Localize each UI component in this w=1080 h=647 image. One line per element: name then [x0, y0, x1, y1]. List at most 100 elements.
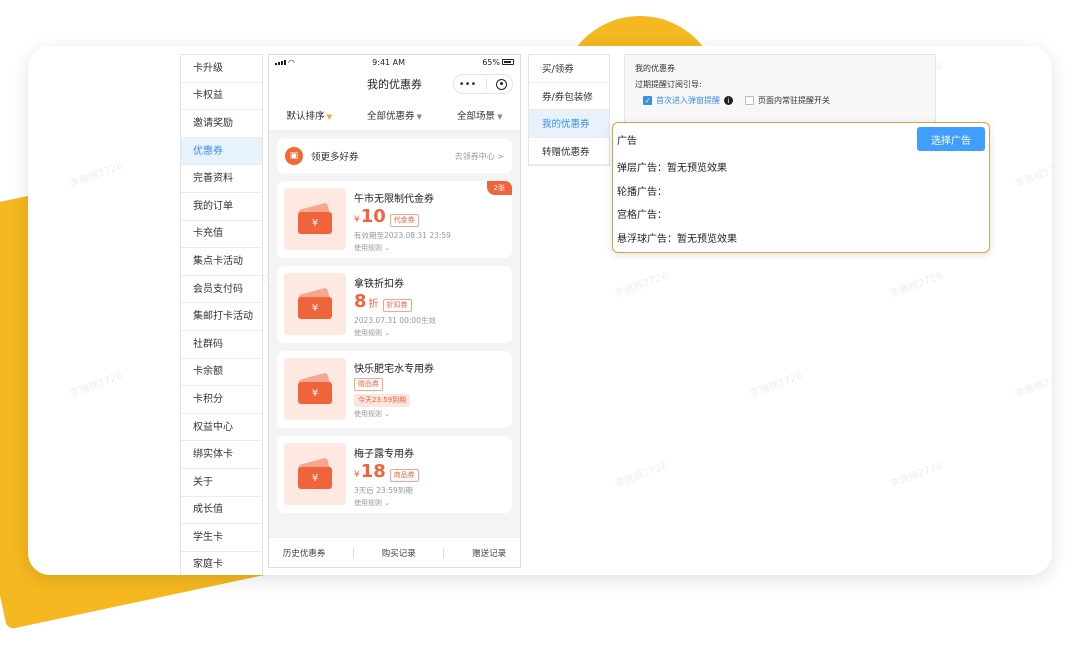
screenshot-card: 李雅楠2726 李雅楠2726 李雅楠2726 李雅楠2726 李雅楠2726 … — [28, 46, 1052, 575]
submenu-buy-get-coupons[interactable]: 买/领券 — [529, 55, 609, 83]
grid-ad-row: 宫格广告： — [617, 210, 667, 222]
status-time: 9:41 AM — [372, 57, 406, 67]
coupon-validity: 有效期至2023.08.31 23:59 — [354, 231, 451, 240]
menu-item-my-orders[interactable]: 我的订单 — [181, 193, 262, 221]
filter-scene[interactable]: 全部场景 ▼ — [457, 108, 502, 122]
watermark: 李雅楠2726 — [1013, 160, 1052, 191]
coupon-rules-toggle[interactable]: 使用规则 ⌄ — [354, 243, 505, 253]
first-entry-popup-checkbox[interactable]: ✓ — [643, 96, 652, 105]
menu-item-benefits-center[interactable]: 权益中心 — [181, 414, 262, 442]
settings-panel: 我的优惠券 过期提醒订阅引导: ✓ 首次进入弹窗提醒 i 页面内常驻提醒开关 — [624, 54, 936, 124]
caret-down-icon: ▼ — [497, 112, 503, 121]
submenu-coupon-decoration[interactable]: 券/券包装修 — [529, 83, 609, 110]
coupon-card[interactable]: ¥ 午市无限制代金券 ¥10 代金券 有效期至2023.08.31 23:59 … — [277, 181, 512, 258]
left-menu: 卡升级 卡权益 邀请奖励 优惠券 完善资料 我的订单 卡充值 集点卡活动 会员支… — [180, 54, 263, 575]
coupon-card[interactable]: ¥ 拿铁折扣券 8折 折扣券 2023.07.31 00:00生效 使用规则 ⌄ — [277, 266, 512, 343]
coupon-rules-toggle[interactable]: 使用规则 ⌄ — [354, 409, 505, 419]
more-icon[interactable]: ••• — [459, 79, 477, 90]
tab-gift-records[interactable]: 赠送记录 — [472, 547, 506, 559]
menu-item-growth-value[interactable]: 成长值 — [181, 497, 262, 525]
menu-item-student-card[interactable]: 学生卡 — [181, 524, 262, 552]
phone-navbar: 我的优惠券 ••• — [269, 69, 520, 99]
watermark: 李雅楠2726 — [1013, 370, 1052, 401]
menu-item-family-card[interactable]: 家庭卡 — [181, 552, 262, 575]
battery-icon — [502, 59, 514, 65]
mini-program-capsule: ••• — [453, 74, 513, 94]
menu-item-about[interactable]: 关于 — [181, 469, 262, 497]
coupon-type-tag: 商品券 — [389, 469, 419, 482]
phone-preview: ◠ 9:41 AM 65% 我的优惠券 ••• 默认排序 ▼ 全部优惠券 ▼ 全… — [268, 54, 521, 568]
close-target-icon[interactable] — [496, 78, 508, 90]
coupon-count-badge: 2张 — [486, 181, 512, 195]
coupon-center-link[interactable]: 去领券中心 > — [455, 151, 504, 162]
ticket-icon: ▣ — [285, 147, 303, 165]
reminder-options: ✓ 首次进入弹窗提醒 i 页面内常驻提醒开关 — [635, 95, 925, 106]
first-entry-popup-label: 首次进入弹窗提醒 — [656, 96, 720, 105]
coupon-title: 拿铁折扣券 — [354, 279, 404, 290]
coupon-value: ¥10 代金券 — [354, 208, 505, 227]
filter-coupon-type[interactable]: 全部优惠券 ▼ — [367, 108, 422, 122]
coupon-expiry-tag: 今天23:59到期 — [354, 394, 411, 407]
coupon-title: 午市无限制代金券 — [354, 194, 434, 205]
submenu-transfer-coupons[interactable]: 转赠优惠券 — [529, 138, 609, 165]
watermark: 李雅楠2726 — [888, 460, 945, 491]
watermark: 李雅楠2726 — [888, 270, 945, 301]
get-more-coupons-banner[interactable]: ▣ 领更多好券 去领券中心 > — [277, 139, 512, 173]
menu-item-invite-rewards[interactable]: 邀请奖励 — [181, 110, 262, 138]
signal-icon: ◠ — [275, 58, 295, 67]
menu-item-coupons[interactable]: 优惠券 — [181, 137, 262, 166]
coupon-value: 8折 折扣券 — [354, 293, 505, 312]
bottom-tab-bar: 历史优惠券 购买记录 赠送记录 — [269, 537, 520, 567]
info-icon[interactable]: i — [724, 96, 733, 105]
coupon-title: 快乐肥宅水专用券 — [354, 364, 434, 375]
popup-ad-row: 弹层广告：暂无预览效果 — [617, 163, 727, 175]
select-ad-button[interactable]: 选择广告 — [917, 127, 985, 151]
menu-item-points-card[interactable]: 集点卡活动 — [181, 248, 262, 276]
battery-status: 65% — [482, 58, 514, 67]
canvas: 李雅楠2726 李雅楠2726 李雅楠2726 李雅楠2726 李雅楠2726 … — [0, 0, 1080, 647]
coupon-card[interactable]: ¥ 快乐肥宅水专用券 赠品券 今天23:59到期 使用规则 ⌄ — [277, 351, 512, 428]
persistent-reminder-label: 页面内常驻提醒开关 — [758, 96, 830, 105]
tab-history-coupons[interactable]: 历史优惠券 — [283, 547, 326, 559]
coupon-ticket-icon: ¥ — [284, 358, 346, 420]
battery-percent: 65% — [482, 57, 500, 67]
status-bar: ◠ 9:41 AM 65% — [269, 55, 520, 69]
coupon-type-tag: 赠品券 — [354, 378, 383, 391]
caret-down-icon: ▼ — [326, 112, 332, 121]
filter-sort[interactable]: 默认排序 ▼ — [287, 108, 332, 122]
tab-purchase-records[interactable]: 购买记录 — [382, 547, 416, 559]
menu-item-card-points[interactable]: 卡积分 — [181, 386, 262, 414]
carousel-ad-row: 轮播广告： — [617, 186, 667, 198]
filter-bar: 默认排序 ▼ 全部优惠券 ▼ 全部场景 ▼ — [269, 99, 520, 131]
coupon-rules-toggle[interactable]: 使用规则 ⌄ — [354, 328, 505, 338]
watermark: 李雅楠2726 — [68, 160, 125, 191]
coupon-submenu: 买/领券 券/券包装修 我的优惠券 转赠优惠券 — [528, 54, 610, 166]
coupon-value: ¥18 商品券 — [354, 463, 505, 482]
watermark: 李雅楠2726 — [68, 370, 125, 401]
watermark: 李雅楠2726 — [613, 270, 670, 301]
menu-item-card-recharge[interactable]: 卡充值 — [181, 221, 262, 249]
coupon-ticket-icon: ¥ — [284, 273, 346, 335]
menu-item-complete-profile[interactable]: 完善资料 — [181, 165, 262, 193]
menu-item-card-upgrade[interactable]: 卡升级 — [181, 55, 262, 83]
coupon-validity: 3天后 23:59到期 — [354, 486, 413, 495]
watermark: 李雅楠2726 — [613, 460, 670, 491]
menu-item-stamp-checkin[interactable]: 集邮打卡活动 — [181, 303, 262, 331]
persistent-reminder-checkbox[interactable] — [745, 96, 754, 105]
coupon-type-tag: 代金券 — [389, 214, 419, 227]
submenu-my-coupons[interactable]: 我的优惠券 — [529, 110, 609, 138]
settings-subtitle: 过期提醒订阅引导: — [635, 80, 702, 89]
coupon-card[interactable]: ¥ 梅子露专用券 ¥18 商品券 3天后 23:59到期 使用规则 ⌄ — [277, 436, 512, 513]
menu-item-card-balance[interactable]: 卡余额 — [181, 359, 262, 387]
menu-item-community-code[interactable]: 社群码 — [181, 331, 262, 359]
ad-title: 广告 — [617, 135, 637, 147]
coupon-ticket-icon: ¥ — [284, 443, 346, 505]
coupon-rules-toggle[interactable]: 使用规则 ⌄ — [354, 498, 505, 508]
page-title: 我的优惠券 — [367, 78, 422, 91]
menu-item-member-pay-code[interactable]: 会员支付码 — [181, 276, 262, 304]
coupon-validity: 2023.07.31 00:00生效 — [354, 316, 436, 325]
ad-settings-popover: 广告 选择广告 弹层广告：暂无预览效果 轮播广告： 宫格广告： 悬浮球广告：暂无… — [612, 122, 990, 253]
menu-item-card-benefits[interactable]: 卡权益 — [181, 83, 262, 111]
menu-item-bind-physical-card[interactable]: 绑实体卡 — [181, 441, 262, 469]
coupon-type-tag: 折扣券 — [382, 299, 412, 312]
